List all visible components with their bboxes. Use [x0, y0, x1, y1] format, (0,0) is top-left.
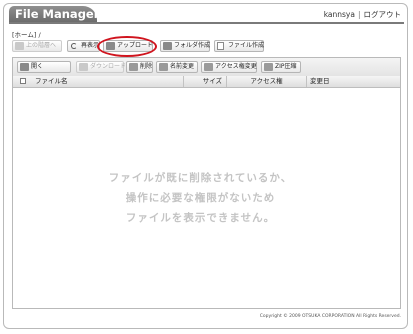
new-folder-button[interactable]: フォルダ作成 — [160, 40, 210, 52]
download-button[interactable]: ダウンロード — [76, 61, 127, 73]
copyright-footer: Copyright © 2009 OTSUKA CORPORATION All … — [259, 314, 401, 319]
column-filename[interactable]: ファイル名 — [33, 76, 183, 87]
file-toolbar: 開く ダウンロード 削除 名前変更 アクセス権変更 ZIP圧縮 — [13, 58, 400, 77]
open-button[interactable]: 開く — [17, 61, 71, 73]
new-file-label: ファイル作成 — [228, 42, 265, 49]
empty-message-line-2: 操作に必要な権限がないため — [125, 192, 276, 204]
reload-icon — [71, 42, 77, 49]
open-folder-icon — [20, 63, 29, 71]
permissions-label: アクセス権変更 — [215, 63, 257, 70]
empty-message: ファイルが既に削除されているか、 操作に必要な権限がないため ファイルを表示でき… — [13, 168, 400, 228]
delete-button[interactable]: 削除 — [126, 61, 153, 73]
new-folder-label: フォルダ作成 — [174, 42, 211, 49]
breadcrumb[interactable]: [ホーム] / — [12, 29, 41, 39]
app-title: File Manager — [9, 6, 99, 23]
reload-button[interactable]: 再表示 — [67, 40, 100, 52]
open-label: 開く — [31, 63, 44, 70]
column-modified[interactable]: 変更日 — [306, 76, 401, 87]
column-permissions[interactable]: アクセス権 — [226, 76, 306, 87]
new-file-button[interactable]: ファイル作成 — [214, 40, 264, 52]
download-icon — [79, 63, 88, 71]
up-level-button[interactable]: 上の階層へ — [12, 40, 62, 52]
folder-up-icon — [15, 42, 24, 50]
zip-label: ZIP圧縮 — [275, 63, 297, 70]
rename-icon — [159, 63, 168, 71]
username: kannsya — [323, 10, 355, 19]
file-icon — [217, 42, 224, 50]
lock-icon — [204, 63, 213, 71]
permissions-button[interactable]: アクセス権変更 — [201, 61, 257, 73]
download-label: ダウンロード — [90, 63, 127, 70]
zip-button[interactable]: ZIP圧縮 — [261, 61, 301, 73]
separator: | — [357, 10, 361, 19]
rename-label: 名前変更 — [170, 63, 195, 70]
header-divider — [9, 22, 404, 24]
delete-label: 削除 — [140, 63, 153, 70]
upload-highlight-annotation — [97, 36, 157, 57]
select-all-checkbox[interactable] — [20, 78, 26, 84]
empty-message-line-3: ファイルを表示できません。 — [125, 212, 276, 224]
trash-icon — [129, 63, 138, 71]
logout-link[interactable]: ログアウト — [364, 10, 402, 19]
zip-icon — [264, 63, 273, 71]
rename-button[interactable]: 名前変更 — [156, 61, 198, 73]
file-list-panel: 開く ダウンロード 削除 名前変更 アクセス権変更 ZIP圧縮 ファイル名 サイ… — [12, 57, 401, 309]
table-header: ファイル名 サイズ アクセス権 変更日 — [13, 76, 400, 88]
folder-icon — [163, 42, 172, 50]
up-level-label: 上の階層へ — [26, 42, 57, 49]
column-size[interactable]: サイズ — [183, 76, 226, 87]
user-area: kannsya | ログアウト — [324, 9, 401, 20]
empty-message-line-1: ファイルが既に削除されているか、 — [108, 172, 293, 184]
